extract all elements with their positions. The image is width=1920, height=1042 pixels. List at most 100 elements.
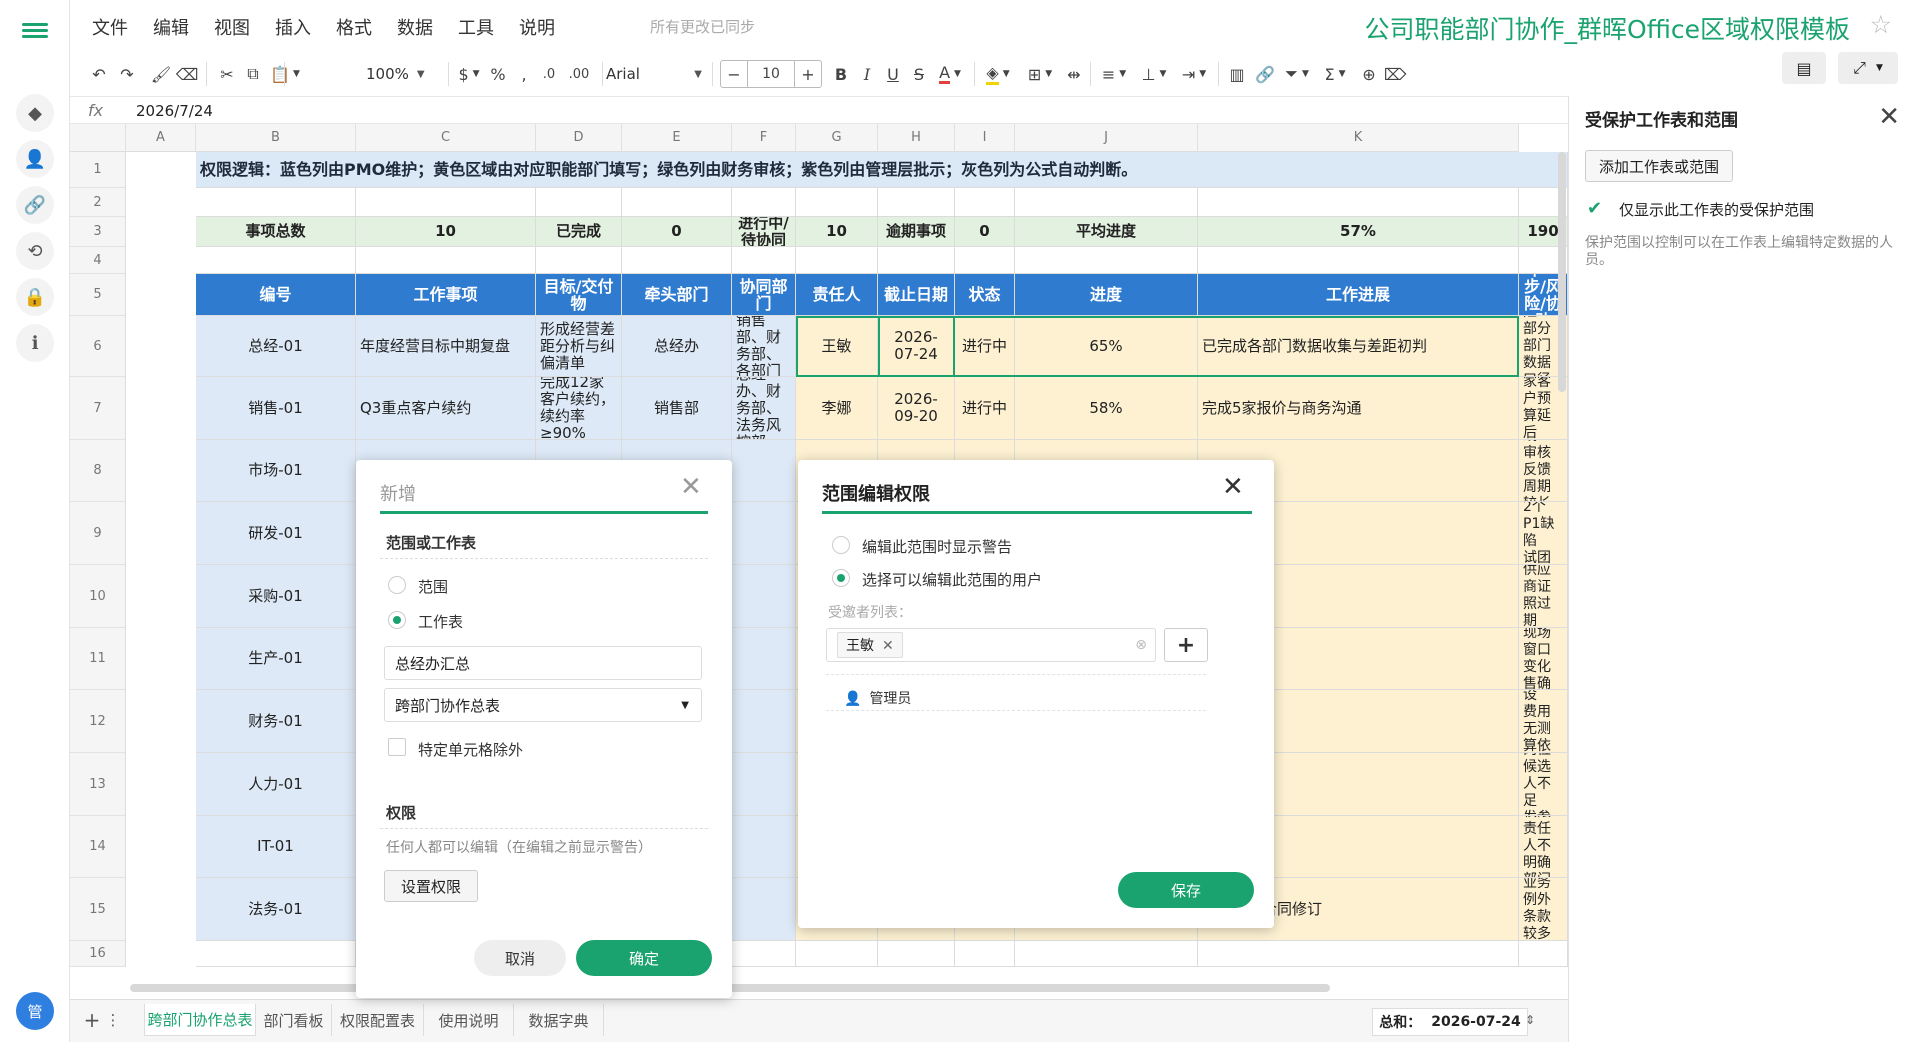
summary-cell[interactable]: 已完成 [536, 217, 622, 247]
filter-icon[interactable]: ⏷ ▼ [1280, 60, 1314, 88]
sheet-select[interactable]: 跨部门协作总表 ▼ [384, 688, 702, 722]
row-header-11[interactable]: 11 [70, 628, 126, 690]
increase-decimal-button[interactable]: .00 [564, 60, 594, 88]
table-cell[interactable]: 销售-01 [196, 377, 356, 440]
cell[interactable] [732, 941, 796, 967]
table-cell[interactable] [732, 753, 796, 816]
column-header-D[interactable]: D [536, 124, 622, 152]
header-cell[interactable]: 工作进展 [1198, 274, 1519, 316]
formula-input[interactable]: 2026/7/24 [136, 102, 213, 120]
table-cell[interactable] [732, 878, 796, 941]
font-size-decrease-button[interactable]: − [720, 60, 748, 88]
close-icon[interactable]: ✕ [680, 472, 702, 502]
menu-help[interactable]: 说明 [519, 14, 555, 40]
table-cell[interactable]: 复P1问题并发布 2个P1缺陷 试团队增加回归资源 [1519, 502, 1568, 565]
percent-button[interactable]: % [488, 60, 508, 88]
link-insert-icon[interactable]: 🔗 [1254, 60, 1276, 88]
table-cell[interactable]: 市场-01 [196, 440, 356, 502]
table-cell[interactable]: 法务-01 [196, 878, 356, 941]
cell[interactable] [955, 247, 1015, 274]
cell[interactable] [878, 941, 955, 967]
row-header-1[interactable]: 1 [70, 152, 126, 188]
row-header-15[interactable]: 15 [70, 878, 126, 941]
table-cell[interactable]: 完成5家报价与商务沟通 [1198, 377, 1519, 440]
table-cell[interactable]: 生产-01 [196, 628, 356, 690]
expand-icon[interactable]: ⤢ ▼ [1838, 52, 1898, 84]
table-cell[interactable]: 成采购与服务模板评审 风险：业务例外条款较多 协助：请业务归纳高频例外 [1519, 878, 1568, 941]
redo-icon[interactable]: ↷ [116, 60, 138, 88]
tag-icon[interactable]: ◆ [16, 94, 54, 132]
header-cell[interactable]: 目标/交付物 [536, 274, 622, 316]
table-cell[interactable]: 总经-01 [196, 316, 356, 377]
sheet-list-button[interactable]: ⋮ [104, 1004, 122, 1036]
comma-button[interactable]: , [514, 60, 534, 88]
table-cell[interactable] [732, 440, 796, 502]
summary-cell[interactable]: 事项总数 [196, 217, 356, 247]
description-input[interactable]: 总经办汇总 [384, 646, 702, 680]
font-color-button[interactable]: A ▼ [932, 60, 968, 88]
cell[interactable] [1015, 941, 1198, 967]
text-wrap-icon[interactable]: ⇥ ▼ [1176, 60, 1212, 88]
align-icon[interactable]: ≡ ▼ [1096, 60, 1132, 88]
remove-chip-icon[interactable]: ✕ [882, 638, 894, 654]
menu-format[interactable]: 格式 [336, 14, 372, 40]
table-cell[interactable]: 58% [1015, 377, 1198, 440]
table-cell[interactable] [732, 502, 796, 565]
vertical-align-icon[interactable]: ⊥ ▼ [1136, 60, 1172, 88]
table-cell[interactable] [732, 816, 796, 878]
tab-usage[interactable]: 使用说明 [424, 1004, 514, 1036]
copy-icon[interactable]: ⧉ [242, 60, 264, 88]
table-cell[interactable]: 各部门核对预算假设 费用无测算依据 部门补充明细 [1519, 690, 1568, 753]
invitee-input[interactable]: 王敏 ✕ ⊗ [826, 628, 1156, 662]
column-header-H[interactable]: H [878, 124, 955, 152]
vertical-scrollbar[interactable] [1558, 152, 1566, 392]
summary-cell[interactable]: 10 [796, 217, 878, 247]
tab-dept-board[interactable]: 部门看板 [256, 1004, 332, 1036]
cell[interactable] [536, 188, 622, 217]
summary-cell[interactable]: 57% [1198, 217, 1519, 247]
user-item[interactable]: 👤 管理员 [844, 688, 911, 708]
add-sheet-button[interactable]: + [80, 1004, 104, 1036]
column-header-I[interactable]: I [955, 124, 1015, 152]
cut-icon[interactable]: ✂ [216, 60, 238, 88]
column-header-B[interactable]: B [196, 124, 356, 152]
header-cell[interactable]: 进度 [1015, 274, 1198, 316]
row-header-10[interactable]: 10 [70, 565, 126, 628]
table-cell[interactable]: 销售部、财务部、各部门 [732, 316, 796, 377]
summary-cell[interactable]: 10 [356, 217, 536, 247]
row-header-13[interactable]: 13 [70, 753, 126, 816]
table-cell[interactable]: 销售部 [622, 377, 732, 440]
table-cell[interactable]: 人力-01 [196, 753, 356, 816]
header-cell[interactable]: 工作事项 [356, 274, 536, 316]
confirm-button[interactable]: 确定 [576, 940, 712, 976]
functions-icon[interactable]: Σ ▼ [1318, 60, 1352, 88]
table-cell[interactable]: 织质量与交付评分 供应商证照过期 务协助风险判定 [1519, 565, 1568, 628]
font-size-input[interactable]: 10 [747, 60, 795, 88]
summary-cell[interactable]: 逾期事项 [878, 217, 955, 247]
row-header-6[interactable]: 6 [70, 316, 126, 377]
table-cell[interactable]: 财务-01 [196, 690, 356, 753]
clear-input-icon[interactable]: ⊗ [1135, 637, 1147, 653]
cell[interactable] [796, 188, 878, 217]
table-cell[interactable]: 进2个现场上线 现场窗口变化 售确认客户排期 [1519, 628, 1568, 690]
column-header-F[interactable]: F [732, 124, 796, 152]
except-cells-checkbox[interactable] [388, 738, 406, 756]
radio-select-users[interactable] [832, 569, 850, 587]
header-cell[interactable]: 牵头部门 [622, 274, 732, 316]
column-header-G[interactable]: G [796, 124, 878, 152]
zoom-select[interactable]: 100% ▼ [366, 60, 425, 88]
table-cell[interactable]: 进行中 [955, 316, 1015, 377]
set-permission-button[interactable]: 设置权限 [384, 870, 478, 902]
cell[interactable] [1015, 188, 1198, 217]
table-cell[interactable]: 2026-07-24 [878, 316, 955, 377]
status-sum[interactable]: 总和： 2026-07-24 [1372, 1008, 1528, 1036]
table-cell[interactable]: 2026-09-20 [878, 377, 955, 440]
comments-icon[interactable]: ▤ [1782, 52, 1826, 84]
tab-cross-dept[interactable]: 跨部门协作总表 [144, 1004, 256, 1036]
chart-icon[interactable]: ▥ [1226, 60, 1248, 88]
cell[interactable] [955, 188, 1015, 217]
table-cell[interactable]: 完成技术审核并上线 审核反馈周期较长 发指定固定审核人 [1519, 440, 1568, 502]
font-size-increase-button[interactable]: + [794, 60, 822, 88]
table-cell[interactable]: 已完成各部门数据收集与差距初判 [1198, 316, 1519, 377]
cancel-button[interactable]: 取消 [474, 940, 566, 976]
